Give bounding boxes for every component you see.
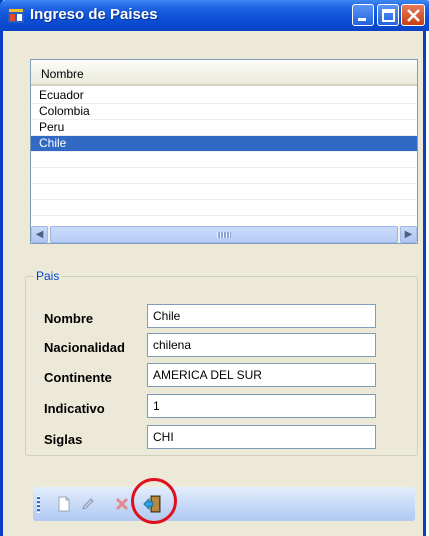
list-item-empty[interactable] — [31, 168, 417, 184]
list-item-empty[interactable] — [31, 152, 417, 168]
title-bar[interactable]: Ingreso de Paises — [0, 0, 429, 31]
minimize-button[interactable] — [352, 4, 374, 26]
minimize-icon — [358, 18, 366, 21]
list-item-empty[interactable] — [31, 184, 417, 200]
toolbar-grip[interactable] — [37, 496, 40, 513]
list-item-selected[interactable]: Chile — [31, 136, 417, 152]
horizontal-scrollbar[interactable]: ◀ ▶ — [31, 226, 417, 243]
new-document-icon[interactable] — [55, 495, 73, 513]
column-header-label: Nombre — [41, 67, 84, 81]
grip-icon — [217, 232, 231, 238]
edit-pencil-icon[interactable] — [79, 495, 97, 513]
list-item[interactable]: Peru — [31, 120, 417, 136]
toolbar — [33, 487, 415, 521]
close-icon — [407, 9, 420, 22]
nacionalidad-field[interactable]: chilena — [147, 333, 376, 357]
label-indicativo: Indicativo — [44, 401, 105, 416]
countries-list[interactable]: Nombre Ecuador Colombia Peru Chile ◀ ▶ — [30, 59, 418, 244]
label-nombre: Nombre — [44, 311, 94, 326]
list-item-empty[interactable] — [31, 200, 417, 216]
nombre-field[interactable]: Chile — [147, 304, 376, 328]
delete-x-icon[interactable] — [113, 495, 131, 513]
list-item[interactable]: Ecuador — [31, 88, 417, 104]
window-title: Ingreso de Paises — [30, 6, 158, 23]
siglas-field[interactable]: CHI — [147, 425, 376, 449]
label-continente: Continente — [44, 370, 112, 385]
label-nacionalidad: Nacionalidad — [44, 340, 125, 355]
label-siglas: Siglas — [44, 432, 83, 447]
scroll-thumb[interactable] — [50, 226, 398, 243]
exit-button-highlight-circle — [131, 478, 177, 524]
app-icon — [8, 8, 24, 23]
maximize-button[interactable] — [377, 4, 399, 26]
list-item[interactable]: Colombia — [31, 104, 417, 120]
column-header-nombre[interactable]: Nombre — [31, 60, 417, 86]
group-label: Pais — [34, 269, 62, 283]
scroll-right-icon[interactable]: ▶ — [400, 226, 417, 243]
indicativo-field[interactable]: 1 — [147, 394, 376, 418]
scroll-left-icon[interactable]: ◀ — [31, 226, 48, 243]
maximize-icon — [382, 9, 395, 22]
close-button[interactable] — [401, 4, 425, 26]
continente-field[interactable]: AMERICA DEL SUR — [147, 363, 376, 387]
